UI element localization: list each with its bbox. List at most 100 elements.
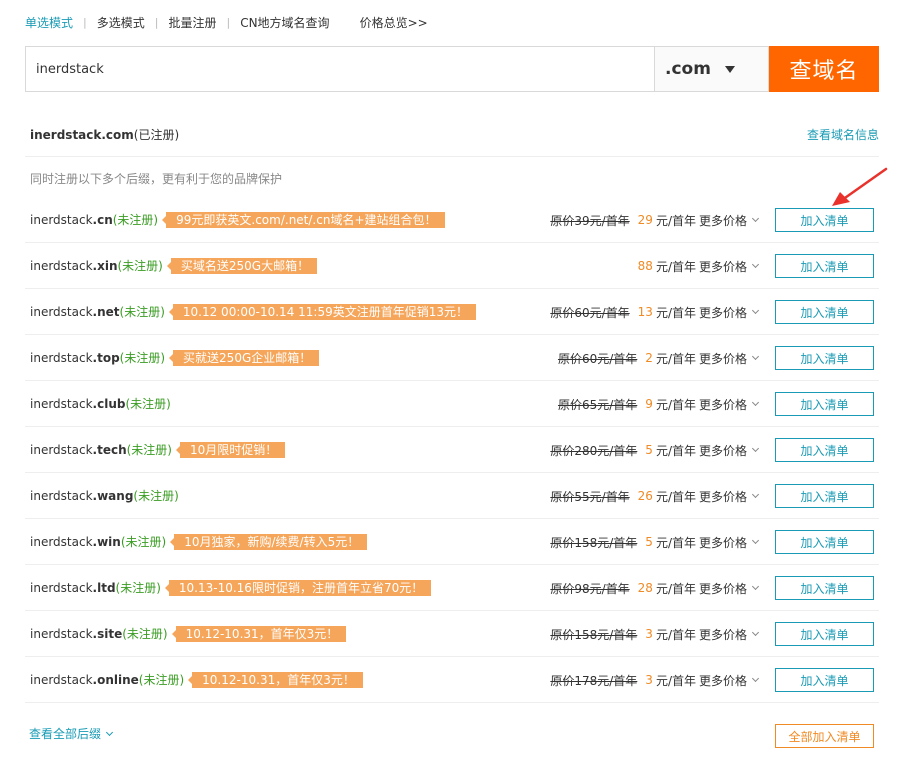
availability-status: (未注册) [126,443,172,457]
price-unit: 元/首年 [655,535,696,550]
more-prices-link[interactable]: 更多价格 [699,672,760,689]
more-prices-link[interactable]: 更多价格 [698,258,760,275]
add-to-list-button[interactable]: 加入清单 [775,254,874,278]
add-to-list-button[interactable]: 加入清单 [775,484,874,508]
original-price: 原价158元/首年 [550,535,638,550]
original-price: 原价39元/首年 [550,213,630,228]
more-prices-link[interactable]: 更多价格 [699,350,760,367]
price-unit: 元/首年 [655,581,696,596]
view-domain-info-link[interactable]: 查看域名信息 [807,126,879,143]
domain-suffix: .xin [92,258,118,273]
domain-suggestion-list: inerdstack.cn (未注册) 99元即获英文.com/.net/.cn域名… [25,197,879,703]
domain-base: inerdstack [30,488,93,503]
domain-row: inerdstack.xin (未注册) 买域名送250G大邮箱！ 88 元/首年 更多价… [25,243,879,289]
chevron-down-icon [751,214,760,223]
caret-down-icon [724,65,735,73]
more-prices-link[interactable]: 更多价格 [698,580,760,597]
suffix-dropdown[interactable]: .com [654,46,769,92]
chevron-down-icon [751,536,760,545]
chevron-down-icon [751,674,760,683]
domain-base: inerdstack [30,672,93,687]
more-prices-link[interactable]: 更多价格 [699,442,760,459]
domain-row: inerdstack.site (未注册) 10.12-10.31，首年仅3元！ 原价… [25,611,879,657]
more-prices-label: 更多价格 [698,259,747,274]
add-to-list-button[interactable]: 加入清单 [775,346,874,370]
more-prices-link[interactable]: 更多价格 [698,626,760,643]
original-price: 原价55元/首年 [550,489,630,504]
promo-badge: 10月限时促销！ [175,441,286,458]
domain-name: inerdstack.xin [30,259,118,273]
domain-name: inerdstack.online [30,673,139,687]
chevron-down-icon [751,306,760,315]
current-price: 2 [645,351,653,365]
domain-suffix: .wang [92,488,134,503]
more-prices-label: 更多价格 [698,397,747,412]
domain-suffix: .top [92,350,120,365]
add-to-list-button[interactable]: 加入清单 [775,208,874,232]
current-price: 5 [645,535,653,549]
price-info: 原价60元/首年 2 元/首年 更多价格 [558,335,760,381]
add-to-list-button[interactable]: 加入清单 [775,392,874,416]
domain-row: inerdstack.win (未注册) 10月独家，新购/续费/转入5元！ 原价15… [25,519,879,565]
availability-status: (未注册) [119,305,165,319]
price-info: 原价158元/首年 5 元/首年 更多价格 [550,519,760,565]
main-result-domain-name: inerdstack.com [30,127,134,142]
add-to-list-button[interactable]: 加入清单 [775,668,874,692]
chevron-down-icon [751,444,760,453]
availability-status: (未注册) [122,627,168,641]
view-all-suffixes-link[interactable]: 查看全部后缀 [29,725,114,742]
current-price: 13 [637,305,653,319]
add-to-list-button[interactable]: 加入清单 [775,300,874,324]
domain-row: inerdstack.cn (未注册) 99元即获英文.com/.net/.cn域名… [25,197,879,243]
domain-base: inerdstack [30,350,93,365]
price-info: 原价98元/首年 28 元/首年 更多价格 [550,565,760,611]
main-result-status: (已注册) [133,127,180,142]
price-unit: 元/首年 [655,489,696,504]
promo-badge: 10.12-10.31，首年仅3元！ [171,625,347,642]
price-info: 88 元/首年 更多价格 [638,243,760,289]
domain-search-input[interactable] [25,46,654,92]
current-price: 29 [637,213,653,227]
price-info: 原价65元/首年 9 元/首年 更多价格 [558,381,760,427]
more-prices-link[interactable]: 更多价格 [698,212,760,229]
more-prices-link[interactable]: 更多价格 [698,396,760,413]
tab-cn-local-domain[interactable]: CN地方域名查询 [240,14,329,31]
chevron-down-icon [751,582,760,591]
more-prices-label: 更多价格 [698,489,747,504]
domain-name: inerdstack.cn [30,213,113,227]
availability-status: (未注册) [125,397,171,411]
tab-divider: | [226,15,231,29]
price-unit: 元/首年 [655,397,696,412]
add-to-list-button[interactable]: 加入清单 [775,438,874,462]
more-prices-link[interactable]: 更多价格 [699,534,760,551]
domain-suffix: .tech [92,442,127,457]
add-to-list-button[interactable]: 加入清单 [775,576,874,600]
domain-suffix: .win [92,534,121,549]
add-to-list-button[interactable]: 加入清单 [775,530,874,554]
price-info: 原价60元/首年 13 元/首年 更多价格 [550,289,760,335]
more-prices-link[interactable]: 更多价格 [699,304,760,321]
more-prices-label: 更多价格 [698,627,747,642]
tab-batch-register[interactable]: 批量注册 [168,14,216,31]
availability-status: (未注册) [119,351,166,365]
domain-base: inerdstack [30,534,93,549]
price-info: 原价280元/首年 5 元/首年 更多价格 [550,427,760,473]
domain-row: inerdstack.top (未注册) 买就送250G企业邮箱！ 原价60元/首年 2… [25,335,879,381]
tab-multi-mode[interactable]: 多选模式 [97,14,145,31]
domain-row: inerdstack.online (未注册) 10.12-10.31，首年仅3元！… [25,657,879,703]
add-all-to-list-button[interactable]: 全部加入清单 [775,724,874,748]
price-unit: 元/首年 [655,351,696,366]
more-prices-link[interactable]: 更多价格 [698,488,760,505]
domain-name: inerdstack.club [30,397,125,411]
tab-price-overview[interactable]: 价格总览>> [360,14,428,31]
domain-suffix: .site [92,626,123,641]
add-to-list-button[interactable]: 加入清单 [775,622,874,646]
domain-row: inerdstack.tech (未注册) 10月限时促销！ 原价280元/首年 5 元/… [25,427,879,473]
price-unit: 元/首年 [655,443,696,458]
tab-single-mode[interactable]: 单选模式 [25,14,73,31]
more-prices-label: 更多价格 [698,213,747,228]
main-result-domain: inerdstack.com(已注册) [30,126,179,143]
search-domain-button[interactable]: 查域名 [769,46,879,92]
price-info: 原价39元/首年 29 元/首年 更多价格 [550,197,760,243]
more-prices-label: 更多价格 [698,581,747,596]
